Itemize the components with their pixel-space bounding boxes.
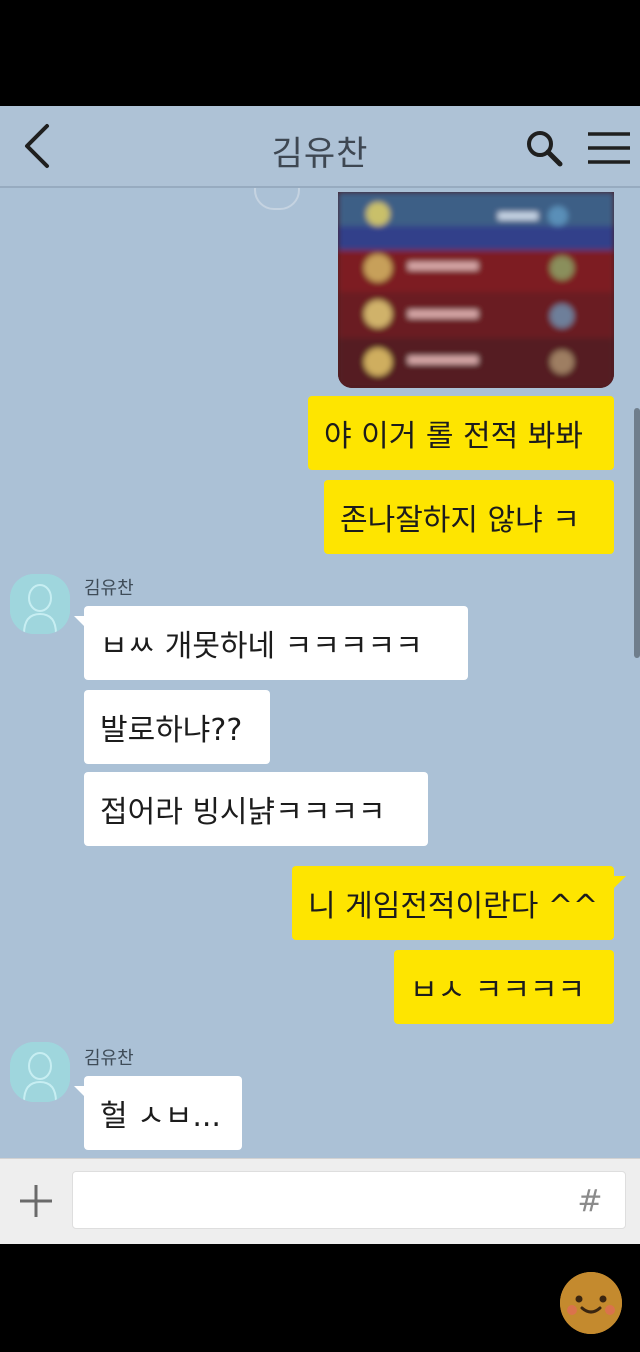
message-text: 헐 ㅅㅂ...	[100, 1099, 221, 1134]
message-text: 니 게임전적이란다 ^^	[308, 889, 599, 924]
chat-header: 김유찬	[0, 106, 640, 188]
their-message-bubble[interactable]: 발로하냐??	[84, 690, 270, 764]
scrollbar-thumb[interactable]	[634, 408, 640, 658]
message-text: 야 이거 롤 전적 봐봐	[324, 419, 583, 454]
their-message-bubble[interactable]: 헐 ㅅㅂ...	[84, 1076, 242, 1150]
menu-icon	[588, 132, 630, 164]
default-profile-icon	[10, 1042, 70, 1102]
my-message-bubble[interactable]: 야 이거 롤 전적 봐봐	[308, 396, 614, 470]
emoticon-face-icon	[560, 1272, 622, 1334]
avatar[interactable]	[10, 574, 70, 634]
default-profile-icon	[10, 574, 70, 634]
search-icon	[527, 131, 563, 167]
phone-screen: 김유찬 야 이거 롤 전적 봐봐 존나잘하지 않냐 ㅋ 김유찬 ㅂㅆ 개못하네 …	[0, 0, 640, 1352]
plus-icon	[20, 1185, 52, 1217]
hashtag-search-button[interactable]: #	[572, 1181, 608, 1221]
chat-message-list[interactable]: 야 이거 롤 전적 봐봐 존나잘하지 않냐 ㅋ 김유찬 ㅂㅆ 개못하네 ㅋㅋㅋㅋ…	[0, 188, 640, 1158]
emoji-button[interactable]	[560, 1272, 622, 1334]
their-message-bubble[interactable]: ㅂㅆ 개못하네 ㅋㅋㅋㅋㅋ	[84, 606, 468, 680]
my-message-bubble[interactable]: ㅂㅅ ㅋㅋㅋㅋ	[394, 950, 614, 1024]
attach-button[interactable]	[14, 1179, 58, 1223]
message-text: 접어라 빙시냙ㅋㅋㅋㅋ	[100, 795, 386, 830]
search-button[interactable]	[522, 126, 566, 170]
message-text: ㅂㅅ ㅋㅋㅋㅋ	[410, 973, 586, 1008]
message-input-bar: #	[0, 1158, 640, 1244]
message-text: 발로하냐??	[100, 713, 243, 748]
avatar[interactable]	[10, 1042, 70, 1102]
bubble-tail	[614, 876, 626, 888]
photo-message[interactable]	[338, 192, 614, 388]
sender-name: 김유찬	[84, 1048, 134, 1069]
my-message-bubble[interactable]: 존나잘하지 않냐 ㅋ	[324, 480, 614, 554]
sender-name: 김유찬	[84, 578, 134, 599]
message-text: ㅂㅆ 개못하네 ㅋㅋㅋㅋㅋ	[100, 629, 423, 664]
my-message-bubble[interactable]: 니 게임전적이란다 ^^	[292, 866, 614, 940]
photo-thumbnail-icon	[338, 192, 614, 388]
their-message-bubble[interactable]: 접어라 빙시냙ㅋㅋㅋㅋ	[84, 772, 428, 846]
message-input[interactable]	[72, 1171, 626, 1229]
message-text: 존나잘하지 않냐 ㅋ	[340, 503, 580, 538]
menu-button[interactable]	[584, 126, 634, 170]
date-divider-icon	[254, 188, 300, 210]
